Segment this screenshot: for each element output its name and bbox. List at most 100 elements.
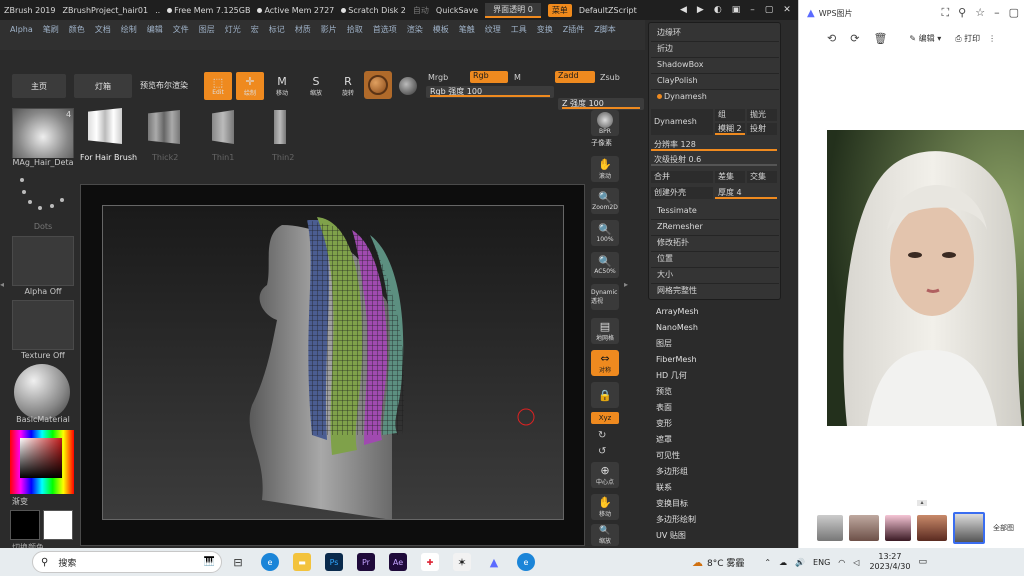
texture-slot[interactable] [12,300,74,350]
scale-view-button[interactable]: 🔍 缩放 [591,524,619,546]
ui-transparency-slider[interactable]: 界面透明 0 [485,2,541,18]
modify-topology-button[interactable]: 修改拓扑 [653,235,777,251]
maximize-icon[interactable]: ▢ [1009,6,1019,20]
floor-button[interactable]: ▤ 地网格 [591,318,619,344]
home-button[interactable]: 主页 [12,74,66,98]
lock-button[interactable]: 🔒 [591,382,619,408]
difference-button[interactable]: 差集 [715,171,745,183]
thickness-slider[interactable]: 厚度 4 [715,187,777,199]
subpalette-item[interactable]: HD 几何 [648,368,793,384]
subpalette-item[interactable]: 遮罩 [648,432,793,448]
m-button[interactable]: M [514,73,521,82]
menu-item[interactable]: 拾取 [347,23,363,36]
menu-item[interactable]: 模板 [433,23,449,36]
zadd-button[interactable]: Zadd [555,71,595,83]
thumbnail[interactable] [849,515,879,541]
secondary-color-swatch[interactable] [43,510,73,540]
menu-item[interactable]: 文档 [95,23,111,36]
scroll-button[interactable]: ✋ 滚动 [591,156,619,182]
menu-item[interactable]: 编辑 [147,23,163,36]
menu-item[interactable]: 首选项 [373,23,397,36]
move-button[interactable]: M 移动 [268,72,296,100]
zbrush-icon[interactable]: ✶ [453,553,471,571]
intersect-button[interactable]: 交集 [747,171,777,183]
language-indicator[interactable]: ENG [813,558,830,567]
after-effects-icon[interactable]: Ae [389,553,407,571]
close-icon[interactable]: ✕ [783,5,791,19]
menu-item[interactable]: 笔触 [459,23,475,36]
fullscreen-icon[interactable]: ⛶ [941,6,949,20]
polish-button[interactable]: 抛光 [747,109,777,121]
alpha-slot[interactable] [12,236,74,286]
color-picker[interactable] [10,430,74,494]
rotate-button[interactable]: R 旋转 [334,72,362,100]
blur-slider[interactable]: 模糊 2 [715,123,745,135]
more-icon[interactable]: ⋮ [988,34,996,43]
taskbar-search[interactable]: ⚲ 搜索 🎹 [32,551,222,573]
delete-icon[interactable]: 🗑 [873,32,887,45]
rotate-icon[interactable]: ↺ [598,446,606,457]
tray-wifi-icon[interactable]: ◠ [838,558,845,567]
merge-button[interactable]: 合并 [651,171,713,183]
menu-item[interactable]: Z插件 [563,23,584,36]
menu-item[interactable]: 灯光 [225,23,241,36]
edit-button[interactable]: ✎ 编辑 ▾ [909,33,941,44]
lock-icon[interactable]: ▣ [732,5,741,19]
menu-item[interactable]: 宏 [251,23,259,36]
notification-icon[interactable]: ▭ [918,557,927,567]
brush-thumb-thin1[interactable] [212,110,234,144]
premiere-icon[interactable]: Pr [357,553,375,571]
center-point-button[interactable]: ⊕ 中心点 [591,462,619,488]
primary-color-swatch[interactable] [10,510,40,540]
expand-thumbs-icon[interactable]: ▴ [917,500,927,506]
subpalette-item[interactable]: 变形 [648,416,793,432]
z-intensity-slider[interactable]: Z 强度 100 [558,98,644,110]
material-sphere-button[interactable] [364,71,392,99]
menu-item[interactable]: 工具 [511,23,527,36]
lightbox-button[interactable]: 灯箱 [74,74,132,98]
thumbnail[interactable] [885,515,911,541]
pin-icon[interactable]: ⚲ [958,6,966,20]
menu-item[interactable]: 影片 [321,23,337,36]
menu-item[interactable]: 笔刷 [43,23,59,36]
menu-item[interactable]: Alpha [10,23,33,36]
hair-model-viewport[interactable] [102,205,564,520]
subpalette-item[interactable]: 多边形绘制 [648,512,793,528]
move-view-button[interactable]: ✋ 移动 [591,494,619,520]
menu-item[interactable]: 材质 [295,23,311,36]
photoshop-icon[interactable]: Ps [325,553,343,571]
subpalette-item[interactable]: 联系 [648,480,793,496]
wps-office-icon[interactable]: ✚ [421,553,439,571]
color-sv-square[interactable] [20,438,62,478]
subpalette-item[interactable]: 可见性 [648,448,793,464]
layout-icon[interactable]: ◐ [714,5,722,19]
rotate-icon[interactable]: ↻ [598,430,606,441]
tessimate-button[interactable]: Tessimate [653,203,777,219]
ac50-button[interactable]: 🔍 AC50% [591,252,619,278]
all-images-link[interactable]: 全部图 [993,523,1014,533]
dots-stroke-icon[interactable] [14,174,70,218]
rotate-right-icon[interactable]: ⟳ [850,32,859,45]
menu-item[interactable]: 渲染 [407,23,423,36]
thumbnail[interactable] [917,515,947,541]
zsub-button[interactable]: Zsub [600,73,620,82]
browser-icon[interactable]: e [517,553,535,571]
fold-button[interactable]: 折边 [653,41,777,57]
left-arrow-icon[interactable]: ◀ [680,5,687,19]
position-button[interactable]: 位置 [653,251,777,267]
menu-item[interactable]: Z脚本 [594,23,615,36]
file-explorer-icon[interactable]: ▬ [293,553,311,571]
subpalette-item[interactable]: 预览 [648,384,793,400]
thumbnail-selected[interactable] [953,512,985,544]
size-button[interactable]: 大小 [653,267,777,283]
right-arrow-icon[interactable]: ▶ [697,5,704,19]
print-button[interactable]: ⎙ 打印 [955,33,980,44]
rotate-left-icon[interactable]: ⟲ [827,32,836,45]
dynamesh-header[interactable]: Dynamesh [653,89,777,105]
menu-item[interactable]: 标记 [269,23,285,36]
brush-thumb-thick2[interactable] [148,110,180,144]
task-view-icon[interactable]: ⊟ [229,553,247,571]
edge-icon[interactable]: e [261,553,279,571]
resolution-slider[interactable]: 分辨率 128 [651,139,777,151]
brush-thumb-thin2[interactable] [274,110,286,144]
